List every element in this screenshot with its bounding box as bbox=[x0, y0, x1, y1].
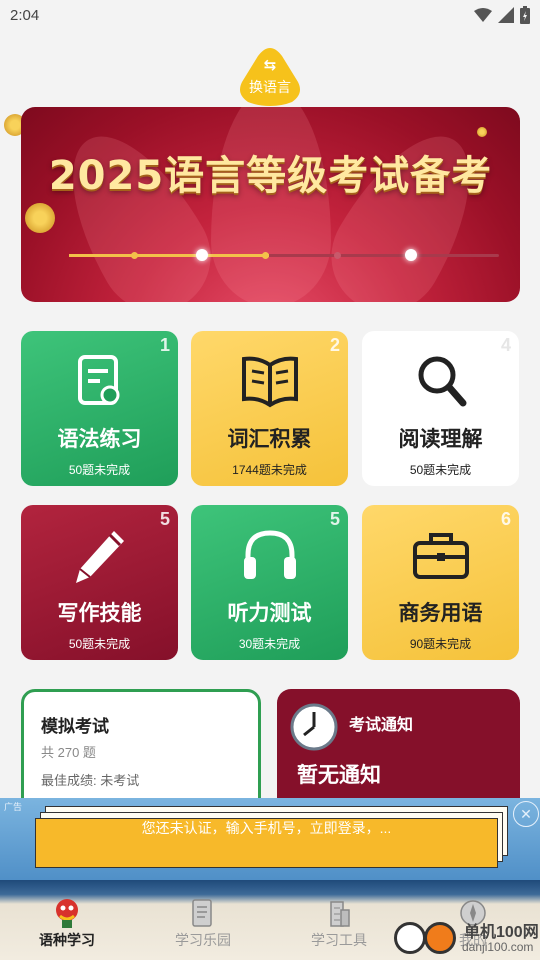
coin-decoration bbox=[25, 203, 55, 233]
signal-icon bbox=[498, 7, 514, 23]
mock-exam-best-score: 最佳成绩: 未考试 bbox=[41, 773, 140, 788]
open-book-icon bbox=[191, 351, 348, 411]
document-edit-icon bbox=[21, 351, 178, 411]
battery-icon bbox=[520, 6, 530, 24]
tab-label: 语种学习 bbox=[39, 932, 95, 948]
ad-message: 您还未认证，输入手机号，立即登录，... bbox=[141, 820, 392, 836]
ad-banner[interactable]: 广告 您还未认证，输入手机号，立即登录，... ✕ bbox=[0, 798, 540, 882]
building-icon bbox=[284, 894, 394, 928]
tile-business-terms[interactable]: 6 商务用语 90题未完成 bbox=[362, 505, 519, 660]
change-language-label: 换语言 bbox=[249, 79, 291, 95]
lotus-petal-decoration bbox=[40, 112, 232, 302]
tile-listening-test[interactable]: 5 听力测试 30题未完成 bbox=[191, 505, 348, 660]
lotus-petal-decoration bbox=[310, 112, 502, 302]
tile-title: 语法练习 bbox=[57, 428, 142, 451]
tile-progress: 50题未完成 bbox=[68, 463, 131, 477]
language-badge-shape bbox=[240, 48, 300, 106]
mock-exam-title: 模拟考试 bbox=[41, 717, 109, 736]
lion-dance-icon bbox=[12, 894, 122, 928]
carousel-progress-fill bbox=[69, 254, 269, 257]
wifi-icon bbox=[474, 8, 492, 22]
headphones-icon bbox=[191, 525, 348, 585]
carousel-dot[interactable] bbox=[131, 252, 138, 259]
tile-progress: 1744题未完成 bbox=[232, 463, 307, 477]
coin-decoration bbox=[477, 127, 487, 137]
tile-title: 词汇积累 bbox=[227, 428, 312, 451]
change-language-button[interactable]: ⇆ 换语言 bbox=[238, 46, 302, 106]
lotus-petal-decoration bbox=[211, 107, 331, 302]
tab-label: 学习乐园 bbox=[175, 932, 231, 948]
carousel-dot-highlight[interactable] bbox=[405, 249, 417, 261]
watermark-logo-right bbox=[424, 922, 456, 954]
clock-icon bbox=[290, 703, 338, 751]
tab-label: 学习工具 bbox=[311, 932, 367, 948]
tile-progress: 30题未完成 bbox=[238, 637, 301, 651]
watermark-url: danji100.com bbox=[462, 940, 534, 954]
status-icons bbox=[474, 6, 530, 24]
tab-learning-park[interactable]: 学习乐园 bbox=[148, 894, 258, 956]
tile-grammar-practice[interactable]: 1 语法练习 50题未完成 bbox=[21, 331, 178, 486]
magnifier-icon bbox=[362, 351, 519, 411]
tab-language-study[interactable]: 语种学习 bbox=[12, 894, 122, 956]
banner-carousel-indicator[interactable] bbox=[69, 249, 499, 261]
site-watermark: 单机100网 danji100.com bbox=[392, 918, 540, 960]
tile-writing-skills[interactable]: 5 写作技能 50题未完成 bbox=[21, 505, 178, 660]
swap-icon: ⇆ bbox=[263, 57, 277, 74]
carousel-dot[interactable] bbox=[262, 252, 269, 259]
tab-learning-tools[interactable]: 学习工具 bbox=[284, 894, 394, 956]
pencil-icon bbox=[21, 525, 178, 589]
exam-notice-content: 暂无通知 bbox=[297, 764, 381, 787]
tile-title: 听力测试 bbox=[227, 602, 312, 625]
status-bar: 2:04 bbox=[0, 0, 540, 32]
tile-progress: 90题未完成 bbox=[409, 637, 472, 651]
ad-tag: 广告 bbox=[4, 802, 23, 812]
carousel-dot-active[interactable] bbox=[196, 249, 208, 261]
carousel-dot[interactable] bbox=[334, 252, 341, 259]
tile-reading-comprehension[interactable]: 4 阅读理解 50题未完成 bbox=[362, 331, 519, 486]
banner-title: 2025语言等级考试备考 bbox=[48, 153, 493, 199]
exam-notice-title: 考试通知 bbox=[349, 717, 414, 734]
watermark-title: 单机100网 bbox=[464, 924, 539, 941]
promo-banner[interactable]: 2025语言等级考试备考 bbox=[21, 107, 520, 302]
tile-progress: 50题未完成 bbox=[68, 637, 131, 651]
tile-vocabulary[interactable]: 2 词汇积累 1744题未完成 bbox=[191, 331, 348, 486]
tile-title: 阅读理解 bbox=[398, 428, 483, 451]
tile-title: 写作技能 bbox=[57, 602, 142, 625]
watermark-logo-left bbox=[394, 922, 426, 954]
tile-title: 商务用语 bbox=[398, 602, 483, 625]
mock-exam-question-count: 共 270 题 bbox=[41, 745, 96, 760]
ad-close-button[interactable]: ✕ bbox=[513, 801, 539, 827]
briefcase-icon bbox=[362, 525, 519, 585]
status-time: 2:04 bbox=[10, 7, 40, 24]
scroll-book-icon bbox=[148, 894, 258, 928]
tile-progress: 50题未完成 bbox=[409, 463, 472, 477]
